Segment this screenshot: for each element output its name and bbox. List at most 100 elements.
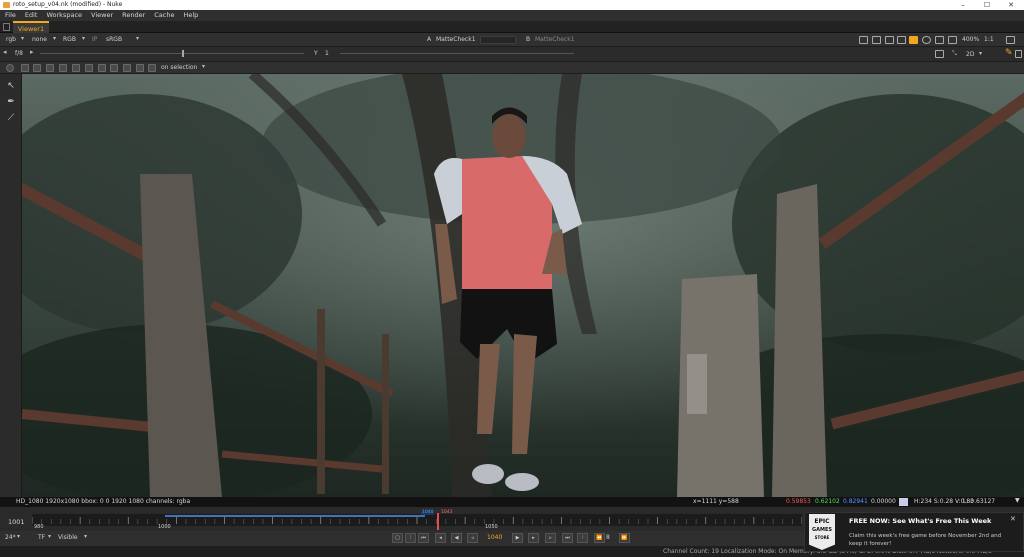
mask-dropdown[interactable]: none xyxy=(32,34,47,46)
timecode-dropdown[interactable]: TF xyxy=(38,532,45,544)
viewer-lut-dropdown[interactable]: sRGB xyxy=(106,34,122,46)
show-overlay-icon[interactable] xyxy=(148,64,156,72)
lock-icon[interactable] xyxy=(948,36,957,44)
refresh-icon[interactable] xyxy=(922,36,931,44)
points-icon[interactable] xyxy=(72,64,80,72)
first-frame-button-icon[interactable]: ⏮ xyxy=(418,533,429,543)
hide-overlay-icon[interactable] xyxy=(136,64,144,72)
play-backward-icon[interactable]: ◀ xyxy=(451,533,462,543)
maximize-button[interactable]: ☐ xyxy=(975,0,999,10)
points-tool-icon[interactable]: ⟋ xyxy=(5,112,17,124)
link-icon[interactable] xyxy=(46,64,54,72)
input-process-label[interactable]: IP xyxy=(92,34,97,46)
window-titlebar: roto_setup_v04.nk (modified) - Nuke xyxy=(0,0,1024,10)
pause-icon[interactable] xyxy=(935,36,944,44)
channels-dropdown[interactable]: rgb xyxy=(6,34,16,46)
chevron-down-icon: ▾ xyxy=(48,533,52,540)
logo-line-1: EPIC xyxy=(814,518,830,525)
wipe-toggle-icon[interactable] xyxy=(935,50,944,58)
gamma-label: Y xyxy=(314,50,318,57)
notification-toast[interactable]: FREE NOW: See What's Free This Week Clai… xyxy=(804,512,1024,552)
out-point-icon[interactable]: I xyxy=(577,533,588,543)
skip-forward-icon[interactable]: ⏩ xyxy=(619,533,630,543)
logo-line-3: STORE xyxy=(814,535,830,540)
tab-viewer1[interactable]: Viewer1 xyxy=(13,21,49,33)
tangents-icon[interactable] xyxy=(85,64,93,72)
fstop-field[interactable]: f/8 xyxy=(15,48,23,60)
overlay-toggle-icon[interactable] xyxy=(909,36,918,44)
current-frame-field[interactable]: 1040 xyxy=(487,532,502,544)
gain-slider-track[interactable] xyxy=(40,53,304,54)
viewer-frame-image xyxy=(22,74,1024,497)
next-keyframe-icon[interactable]: ▹ xyxy=(545,533,556,543)
viewer-toolbar-gain: ◂ f/8 ▸ Y 1 ⤡ 2D ▾ ✎ xyxy=(0,47,1024,62)
viewer-canvas[interactable] xyxy=(22,74,1024,497)
playhead[interactable] xyxy=(437,513,439,530)
gamma-slider-track[interactable] xyxy=(340,53,574,54)
bezier-tool-icon[interactable]: ✒ xyxy=(5,96,17,108)
show-selection-dropdown[interactable]: on selection xyxy=(161,62,197,74)
menu-viewer[interactable]: Viewer xyxy=(91,10,113,21)
input-a-dropdown[interactable]: MatteCheck1 xyxy=(436,34,476,46)
wipe-mode-dropdown[interactable] xyxy=(480,36,516,44)
menu-help[interactable]: Help xyxy=(183,10,198,21)
out-marker[interactable]: 1043 xyxy=(441,510,452,515)
menu-workspace[interactable]: Workspace xyxy=(46,10,82,21)
proxy-ratio-dropdown[interactable]: 1:1 xyxy=(984,34,994,46)
alpha-value: 0.00000 xyxy=(871,498,896,505)
gamma-field[interactable]: 1 xyxy=(325,48,329,60)
curve-icon[interactable] xyxy=(98,64,106,72)
last-frame-button-icon[interactable]: ⏭ xyxy=(562,533,573,543)
select-all-icon[interactable] xyxy=(21,64,29,72)
green-value: 0.62102 xyxy=(815,498,840,505)
in-point-icon[interactable]: I xyxy=(405,533,416,543)
zoom-level-dropdown[interactable]: 400% xyxy=(962,34,979,46)
menu-cache[interactable]: Cache xyxy=(154,10,174,21)
paint-brush-icon[interactable]: ✎ xyxy=(1005,48,1013,58)
arrow-left-icon[interactable]: ◂ xyxy=(3,48,7,56)
blue-value: 0.82941 xyxy=(843,498,868,505)
gear-icon[interactable] xyxy=(6,64,14,72)
clipping-warning-icon[interactable] xyxy=(872,36,881,44)
display-channel-dropdown[interactable]: RGB xyxy=(63,34,76,46)
gain-slider-handle[interactable] xyxy=(182,50,184,57)
panel-tab-bar xyxy=(0,21,1024,33)
select-tool-icon[interactable]: ↖ xyxy=(5,80,17,92)
fps-dropdown[interactable]: 24* xyxy=(5,532,16,544)
range-dropdown[interactable]: Visible xyxy=(58,532,78,544)
menu-edit[interactable]: Edit xyxy=(25,10,38,21)
input-b-dropdown[interactable]: MatteCheck1 xyxy=(535,34,575,46)
info-menu-icon[interactable]: ▼ xyxy=(1015,496,1020,506)
first-frame-field[interactable]: 1001 xyxy=(8,518,25,526)
feather-icon[interactable] xyxy=(33,64,41,72)
pixel-aspect-icon[interactable] xyxy=(897,36,906,44)
transform-handle-icon[interactable]: ⤡ xyxy=(952,48,957,60)
panel-menu-icon[interactable] xyxy=(3,23,10,31)
monitor-output-icon[interactable] xyxy=(885,36,894,44)
toast-close-icon[interactable]: ✕ xyxy=(1010,515,1016,523)
bbox-icon[interactable] xyxy=(59,64,67,72)
minimize-button[interactable]: – xyxy=(951,0,975,10)
close-button[interactable]: ✕ xyxy=(999,0,1023,10)
roi-icon[interactable] xyxy=(859,36,868,44)
step-forward-icon[interactable]: ▸ xyxy=(528,533,539,543)
viewer-toolbar-top: rgb ▾ none ▾ RGB ▾ IP sRGB ▾ A MatteChec… xyxy=(0,33,1024,47)
play-forward-icon[interactable]: ▶ xyxy=(512,533,523,543)
frame-increment-field[interactable]: 8 xyxy=(606,532,610,544)
prev-keyframe-icon[interactable]: ◃ xyxy=(467,533,478,543)
skip-back-icon[interactable]: ⏪ xyxy=(594,533,605,543)
view-mode-dropdown[interactable]: 2D xyxy=(966,49,974,61)
panel-expand-icon[interactable] xyxy=(1015,50,1022,58)
menu-render[interactable]: Render xyxy=(122,10,145,21)
chevron-down-icon: ▾ xyxy=(82,35,86,42)
in-marker[interactable]: 1040 xyxy=(421,510,435,515)
toast-title: FREE NOW: See What's Free This Week xyxy=(849,517,992,525)
menu-file[interactable]: File xyxy=(5,10,16,21)
render-proxy-icon[interactable]: ▢ xyxy=(392,533,403,543)
arrow-right-icon[interactable]: ▸ xyxy=(30,48,34,56)
transform-jack-icon[interactable] xyxy=(110,64,118,72)
labels-icon[interactable] xyxy=(123,64,131,72)
step-back-icon[interactable]: ◂ xyxy=(435,533,446,543)
menu-bar: File Edit Workspace Viewer Render Cache … xyxy=(0,10,1024,21)
viewer-settings-icon[interactable] xyxy=(1006,36,1015,44)
